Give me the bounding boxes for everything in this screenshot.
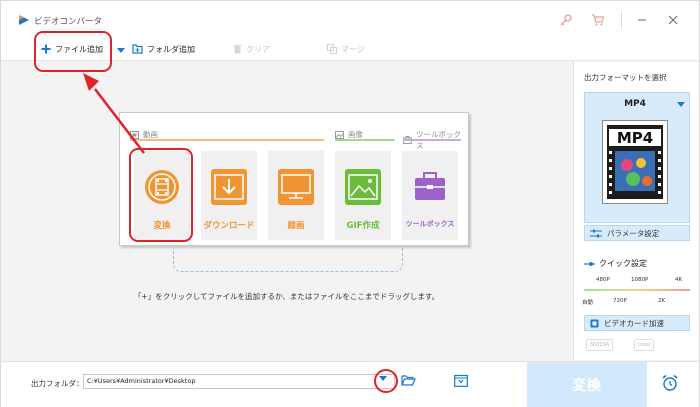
app-window: ビデオコンバータ ファイル追加 フォルダ追加 クリア マージ 動画 画像 ツール…	[0, 0, 700, 407]
annotation-arrow-icon	[83, 73, 145, 154]
